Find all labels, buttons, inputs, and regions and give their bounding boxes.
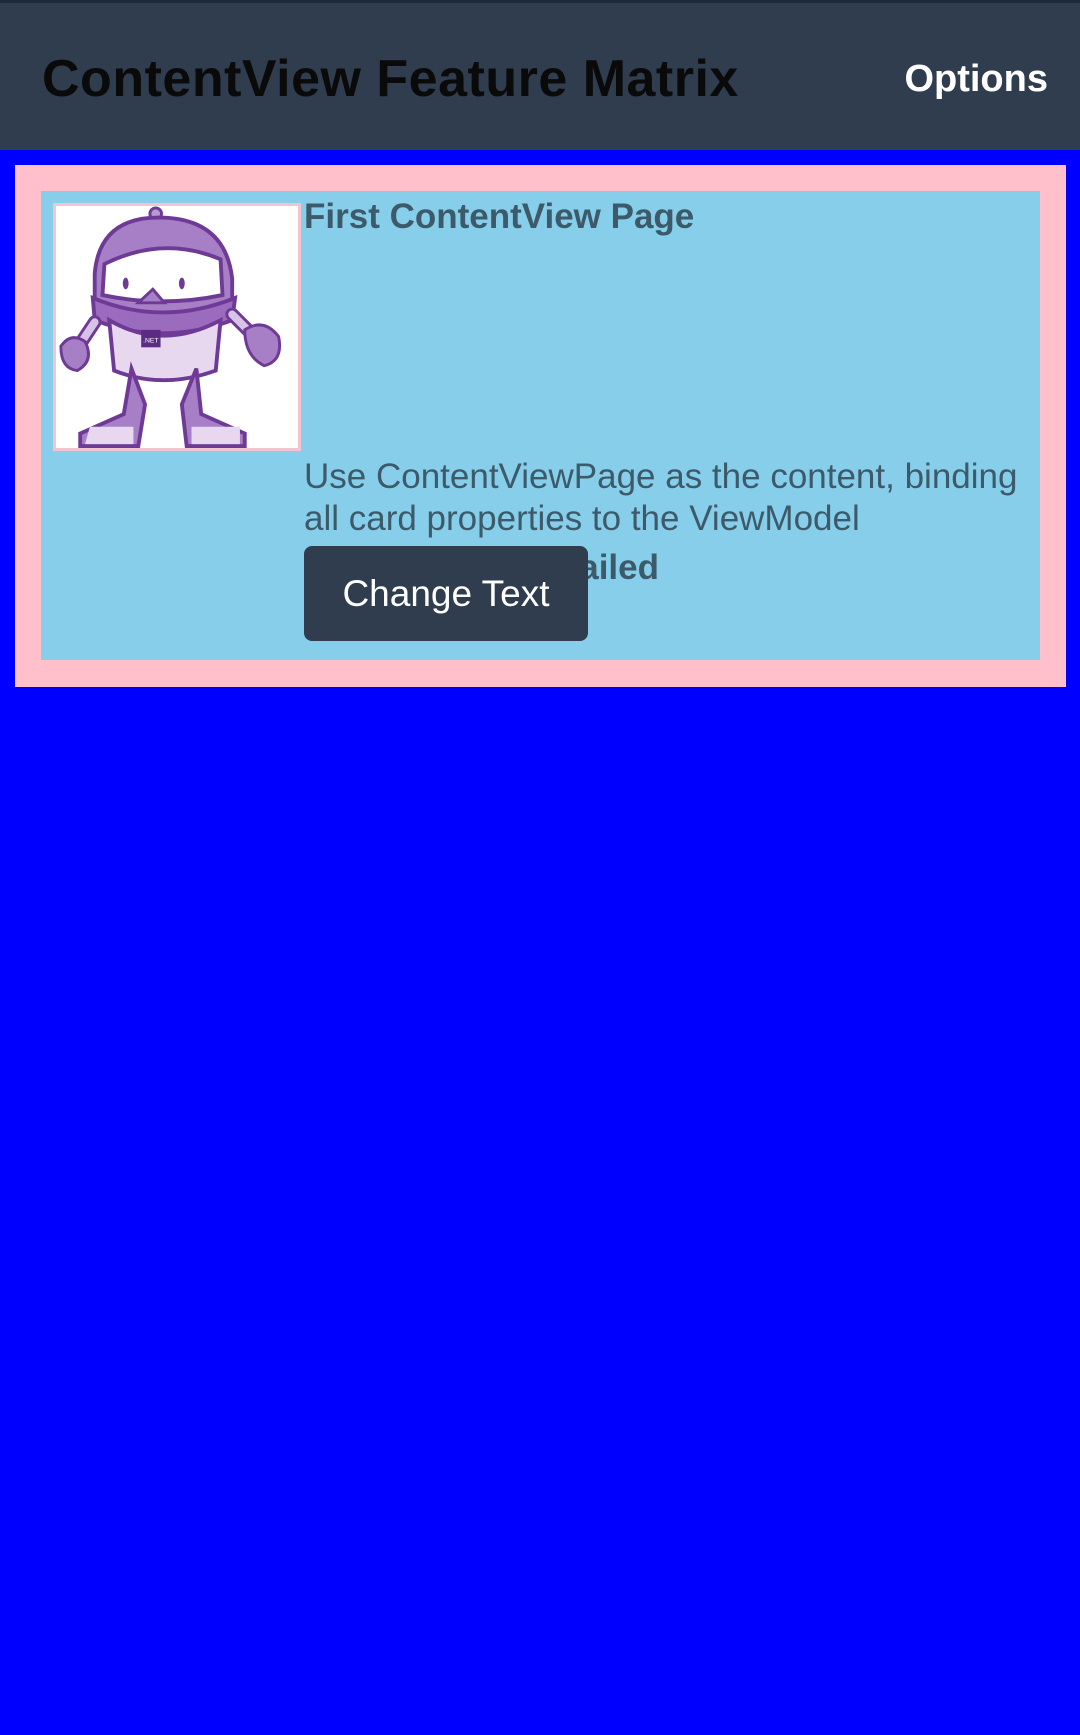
app-root: ContentView Feature Matrix Options .NET …: [0, 0, 1080, 1735]
page-title: ContentView Feature Matrix: [42, 50, 739, 108]
card-description: Use ContentViewPage as the content, bind…: [304, 457, 1018, 538]
dotnet-bot-image: .NET: [59, 206, 281, 448]
top-toolbar: ContentView Feature Matrix Options: [0, 0, 1080, 150]
change-text-button[interactable]: Change Text: [304, 546, 588, 641]
dotnet-bot-icon: .NET: [53, 203, 301, 451]
card-title: First ContentView Page: [304, 197, 695, 236]
options-menu-button[interactable]: Options: [904, 55, 1048, 103]
card-border: .NET First ContentView Page Use ContentV…: [15, 165, 1066, 687]
dotnet-badge-text: .NET: [143, 337, 158, 344]
content-card: .NET First ContentView Page Use ContentV…: [41, 191, 1040, 660]
